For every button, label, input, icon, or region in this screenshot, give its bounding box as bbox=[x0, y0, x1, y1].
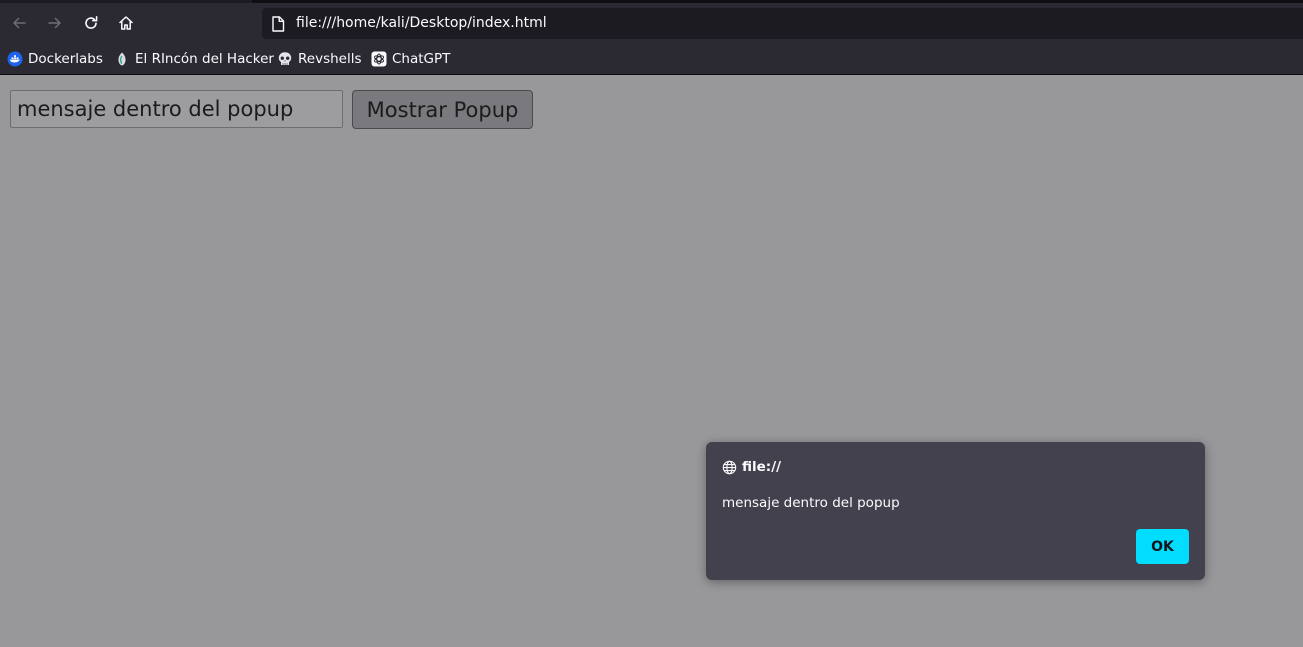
reload-icon bbox=[85, 16, 98, 29]
page-icon bbox=[272, 16, 285, 32]
rincon-hacker-icon bbox=[118, 52, 126, 66]
bookmark-label: Dockerlabs bbox=[28, 51, 103, 67]
show-popup-button[interactable]: Mostrar Popup bbox=[352, 90, 533, 129]
skull-icon bbox=[278, 52, 292, 65]
navigation-toolbar: file:///home/kali/Desktop/index.html bbox=[0, 0, 1303, 46]
dockerlabs-icon bbox=[7, 51, 23, 67]
alert-message: mensaje dentro del popup bbox=[722, 495, 900, 511]
arrow-left-icon bbox=[13, 17, 26, 29]
forward-button[interactable] bbox=[43, 11, 67, 35]
bookmark-label: ChatGPT bbox=[392, 51, 451, 67]
reload-button[interactable] bbox=[79, 11, 103, 35]
home-icon bbox=[119, 16, 133, 30]
alert-origin: file:// bbox=[722, 458, 781, 476]
address-bar[interactable]: file:///home/kali/Desktop/index.html bbox=[262, 8, 1303, 39]
globe-icon bbox=[722, 460, 737, 474]
tab-strip-edge bbox=[0, 0, 1303, 3]
browser-window: file:///home/kali/Desktop/index.html Doc… bbox=[0, 0, 1303, 647]
bookmark-chatgpt[interactable]: ChatGPT bbox=[371, 46, 450, 72]
active-tab-edge bbox=[252, 0, 1303, 3]
url-text: file:///home/kali/Desktop/index.html bbox=[296, 15, 547, 31]
bookmark-label: El RIncón del Hacker bbox=[135, 51, 274, 67]
message-input[interactable] bbox=[10, 90, 343, 128]
home-button[interactable] bbox=[114, 11, 138, 35]
alert-origin-text: file:// bbox=[742, 459, 782, 475]
bookmark-dockerlabs[interactable]: Dockerlabs bbox=[7, 46, 103, 72]
bookmark-rincon-hacker[interactable]: El RIncón del Hacker bbox=[114, 46, 274, 72]
ok-button[interactable]: OK bbox=[1136, 529, 1189, 564]
bookmarks-toolbar: Dockerlabs El RIncón del Hacker Revshell… bbox=[0, 46, 1303, 75]
chatgpt-icon bbox=[371, 51, 387, 67]
alert-dialog: file:// mensaje dentro del popup OK bbox=[706, 442, 1205, 580]
back-button[interactable] bbox=[7, 11, 31, 35]
bookmark-label: Revshells bbox=[298, 51, 362, 67]
arrow-right-icon bbox=[48, 17, 61, 29]
bookmark-revshells[interactable]: Revshells bbox=[277, 46, 362, 72]
